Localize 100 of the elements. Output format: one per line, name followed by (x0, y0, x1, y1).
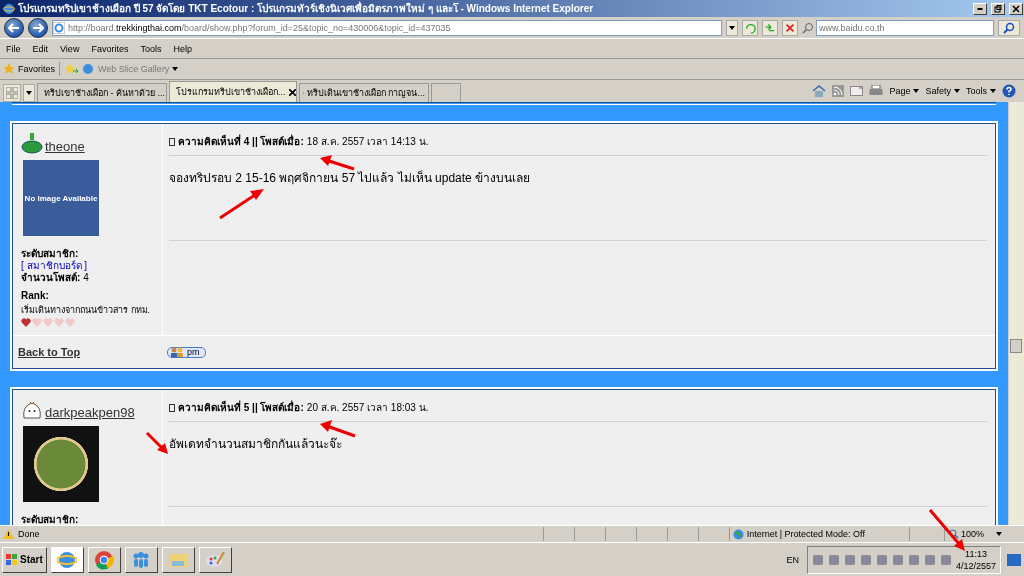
search-button[interactable] (998, 19, 1020, 36)
mail-icon[interactable] (850, 86, 864, 96)
flask-icon (21, 132, 43, 154)
annotation-arrow (320, 155, 355, 171)
search-icon (1003, 21, 1015, 34)
windows-logo-icon (6, 553, 18, 566)
caret-icon (954, 89, 960, 93)
rank-title: เริ่มเดินทางจากถนนข้าวสาร กทม. (21, 304, 151, 316)
browser-tab[interactable]: ทริปเดินเขาช้างเผือก กาญจน... (299, 83, 429, 102)
start-button[interactable]: Start (2, 546, 47, 573)
document-icon (169, 137, 175, 146)
no-image-avatar: No Image Available (23, 160, 99, 236)
post-text: จองทริปรอบ 2 15-16 พฤศจิกายน 57 ไปแล้ว ไม่เห็น update ข้างบนเลย (169, 168, 987, 241)
stop-button[interactable] (782, 19, 798, 36)
annotation-arrow (219, 189, 264, 220)
browser-tab[interactable]: ทริปเขาช้างเผือก - ค้นหาด้วย ... (37, 83, 167, 102)
feed-icon[interactable] (832, 85, 845, 97)
palette-icon (205, 549, 226, 570)
page-icon (53, 21, 65, 34)
print-icon[interactable] (869, 85, 884, 97)
favorites-button[interactable]: Favorites (3, 63, 55, 75)
command-menu[interactable]: Tools (966, 86, 996, 96)
taskbar-button[interactable] (50, 546, 84, 573)
restore-icon (994, 4, 1002, 13)
taskbar-button[interactable] (87, 546, 121, 573)
search-icon (802, 21, 814, 34)
warning-icon (3, 529, 14, 539)
back-arrow-icon (8, 22, 20, 33)
comment-number: ความคิดเห็นที่ 4 || โพสต์เมื่อ: (178, 134, 304, 149)
member-level-link[interactable]: [ สมาชิกบอร์ด ] (21, 260, 162, 272)
close-button[interactable] (1009, 2, 1023, 15)
home-icon[interactable] (812, 85, 827, 97)
member-level-label: ระดับสมาชิก: (21, 514, 80, 525)
address-dropdown-button[interactable] (726, 19, 738, 36)
chrome-icon (94, 549, 115, 570)
menu-item[interactable]: Favorites (85, 43, 135, 54)
people-icon (170, 347, 184, 357)
clock-date: 4/12/2557 (955, 559, 996, 572)
taskbar-button[interactable] (198, 546, 232, 573)
post-count: 4 (83, 272, 89, 283)
minimize-icon (977, 7, 983, 10)
help-icon[interactable] (1002, 84, 1016, 98)
close-tab-icon[interactable] (288, 88, 296, 96)
close-icon (1012, 4, 1020, 13)
post-date: 20 ส.ค. 2557 เวลา 18:03 น. (306, 401, 429, 415)
arrows-icon (764, 21, 776, 34)
caret-icon (996, 532, 1002, 536)
menu-item[interactable]: Help (167, 43, 198, 54)
caret-icon (990, 89, 996, 93)
scrollbar[interactable] (1008, 102, 1024, 525)
post-text: อัพเดทจำนวนสมาชิกกันแล้วนะจ๊ะ (169, 434, 987, 507)
restore-button[interactable] (991, 2, 1005, 15)
grid-icon (6, 87, 18, 99)
pm-button[interactable]: pm (167, 346, 206, 358)
annotation-arrow (145, 431, 168, 454)
star-icon (3, 63, 15, 75)
caret-icon (172, 67, 179, 71)
menu-item[interactable]: View (54, 43, 86, 54)
post-count-label: จำนวนโพสต์: (21, 272, 81, 283)
document-icon (169, 403, 175, 412)
address-field[interactable]: http://board.trekkingthai.com/board/show.php?forum_id=25&topic_no=430006&topic_id=437035 (52, 19, 722, 36)
post-date: 18 ส.ค. 2557 เวลา 14:13 น. (306, 135, 429, 149)
refresh-icon (744, 21, 756, 34)
stop-icon (784, 21, 796, 34)
browser-logo-icon (3, 2, 15, 15)
status-text: Done (18, 529, 41, 539)
username-link[interactable]: theone (45, 139, 85, 154)
new-tab-button[interactable] (431, 83, 461, 102)
caret-icon (26, 91, 32, 95)
back-button[interactable] (4, 17, 24, 38)
web-slice-icon (82, 63, 94, 75)
menu-item[interactable]: Tools (134, 43, 168, 54)
forward-button[interactable] (28, 17, 48, 38)
security-zone-text: Internet | Protected Mode: Off (746, 529, 865, 539)
username-link[interactable]: darkpeakpen98 (45, 405, 135, 420)
minimize-button[interactable] (973, 2, 987, 15)
comment-number: ความคิดเห็นที่ 5 || โพสต์เมื่อ: (178, 400, 304, 415)
command-menu[interactable]: Page (889, 86, 920, 96)
menu-item[interactable]: Edit (26, 43, 55, 54)
language-indicator[interactable]: EN (786, 554, 799, 565)
browser-logo-icon (57, 549, 78, 570)
command-menu[interactable]: Safety (925, 86, 960, 96)
clock-time: 11:13 (964, 547, 988, 560)
forward-arrow-icon (32, 22, 44, 33)
zoom-icon (948, 529, 959, 539)
annotation-arrow (320, 420, 356, 438)
search-field[interactable]: www.baidu.co.th (816, 19, 994, 36)
menu-item[interactable]: File (0, 43, 27, 54)
add-favorite-icon[interactable] (64, 63, 78, 75)
show-desktop-icon[interactable] (1007, 553, 1021, 566)
back-to-top-link[interactable]: Back to Top (18, 346, 81, 358)
tab-list-button[interactable] (23, 84, 35, 102)
taskbar-button[interactable] (161, 546, 195, 573)
browser-tab[interactable]: โปรแกรมทริปเขาช้างเผือก... (169, 81, 297, 102)
caret-icon (913, 89, 920, 93)
window-title: โปรแกรมทริปเขาช้างเผือก ปี 57 จัดโดย TKT Ecotour : โปรแกรมทัวร์เชิงนิเวศเพื่อมิตรภาพใหม่ ๆ และโ - Windows Internet Explorer (18, 1, 595, 16)
arrows-button[interactable] (762, 19, 778, 36)
taskbar-button[interactable] (124, 546, 158, 573)
rank-label: Rank: (21, 290, 50, 302)
caret-icon (729, 25, 735, 30)
